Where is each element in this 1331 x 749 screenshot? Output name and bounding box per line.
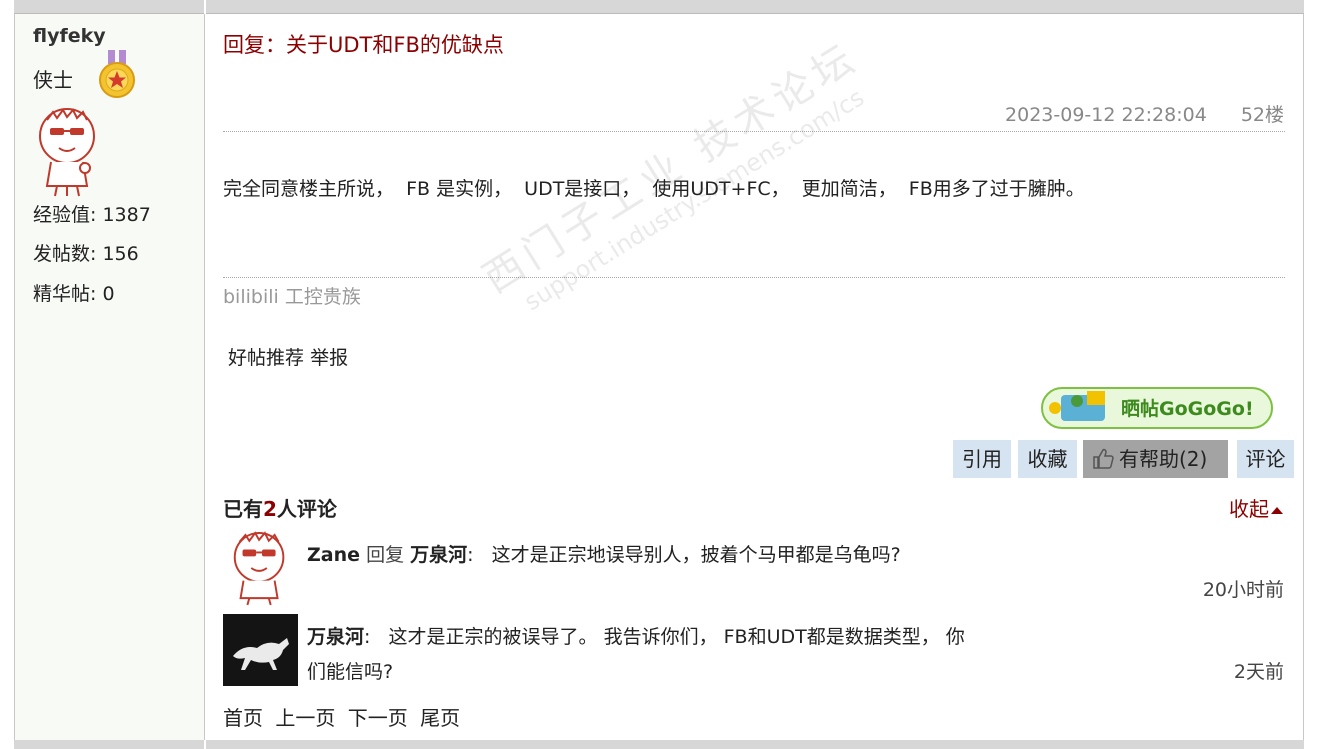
comments-suffix: 人评论 [276, 497, 337, 521]
user-rank: 侠士 [33, 68, 73, 92]
comment-author[interactable]: Zane [307, 544, 360, 566]
pager-first[interactable]: 首页 [223, 706, 263, 730]
user-sidebar: flyfeky 侠士 经验值: 1387 发帖数: 156 精华帖: 0 [15, 14, 205, 740]
bottom-separator-bar [14, 740, 1304, 749]
pager-last[interactable]: 尾页 [420, 706, 460, 730]
collapse-label: 收起 [1229, 497, 1269, 521]
post-content: 完全同意楼主所说， FB 是实例， UDT是接口， 使用UDT+FC， 更加简洁… [223, 178, 1085, 200]
comment-avatar[interactable] [226, 530, 296, 606]
comment-reply-word: 回复 [366, 544, 405, 566]
comments-header: 已有2人评论 [223, 493, 337, 522]
comment-text: 这才是正宗地误导别人，披着个马甲都是乌龟吗? [491, 544, 901, 566]
stat-post-count: 发帖数: 156 [33, 243, 139, 265]
floor-number: 52楼 [1240, 104, 1284, 126]
post-title: 回复：关于UDT和FB的优缺点 [223, 33, 504, 57]
quote-button[interactable]: 引用 [953, 440, 1011, 478]
share-post-button[interactable]: 晒帖GoGoGo! [1041, 387, 1273, 429]
stat-featured-count: 精华帖: 0 [33, 283, 115, 305]
user-avatar[interactable] [33, 106, 105, 198]
post-datetime: 2023-09-12 22:28:04 [1005, 104, 1207, 126]
helpful-label: 有帮助(2) [1119, 447, 1208, 471]
comments-count: 2 [263, 497, 277, 521]
comment-text-continued: 们能信吗? [307, 661, 394, 683]
post-actions: 好帖推荐 举报 [228, 343, 348, 370]
comment-item: Zane 回复 万泉河: 这才是正宗地误导别人，披着个马甲都是乌龟吗? [307, 544, 901, 566]
top-separator-bar [14, 0, 1304, 14]
share-label: 晒帖GoGoGo! [1121, 397, 1254, 420]
rank-medal-icon [99, 50, 135, 98]
helpful-button[interactable]: 有帮助(2) [1083, 440, 1228, 478]
comment-author[interactable]: 万泉河 [307, 626, 364, 648]
pager-prev[interactable]: 上一页 [275, 706, 335, 730]
comment-text: 这才是正宗的被误导了。 我告诉你们， FB和UDT都是数据类型， 你 [388, 626, 965, 648]
pager-next[interactable]: 下一页 [348, 706, 408, 730]
comment-time: 2天前 [1233, 661, 1284, 683]
recommend-link[interactable]: 好帖推荐 [228, 347, 304, 369]
report-link[interactable]: 举报 [310, 347, 348, 369]
comment-button[interactable]: 评论 [1237, 440, 1294, 478]
comment-item: 万泉河: 这才是正宗的被误导了。 我告诉你们， FB和UDT都是数据类型， 你 [307, 626, 965, 648]
comments-prefix: 已有 [223, 497, 263, 521]
post-main: 回复：关于UDT和FB的优缺点 2023-09-12 22:28:04 52楼 完… [206, 14, 1303, 740]
post-meta: 2023-09-12 22:28:04 52楼 [1005, 100, 1284, 127]
caret-up-icon [1271, 507, 1283, 514]
comment-pager: 首页 上一页 下一页 尾页 [223, 702, 466, 731]
thumbs-up-icon [1093, 448, 1114, 469]
divider-dotted [223, 131, 1285, 132]
comment-avatar[interactable] [223, 614, 298, 686]
divider-dotted [223, 277, 1285, 278]
user-signature: bilibili 工控贵族 [223, 286, 361, 308]
stat-experience: 经验值: 1387 [33, 204, 151, 226]
comment-time: 20小时前 [1202, 579, 1284, 601]
favorite-button[interactable]: 收藏 [1018, 440, 1077, 478]
collapse-comments-link[interactable]: 收起 [1229, 493, 1285, 522]
username-link[interactable]: flyfeky [33, 25, 106, 47]
comment-reply-to[interactable]: 万泉河 [410, 544, 467, 566]
